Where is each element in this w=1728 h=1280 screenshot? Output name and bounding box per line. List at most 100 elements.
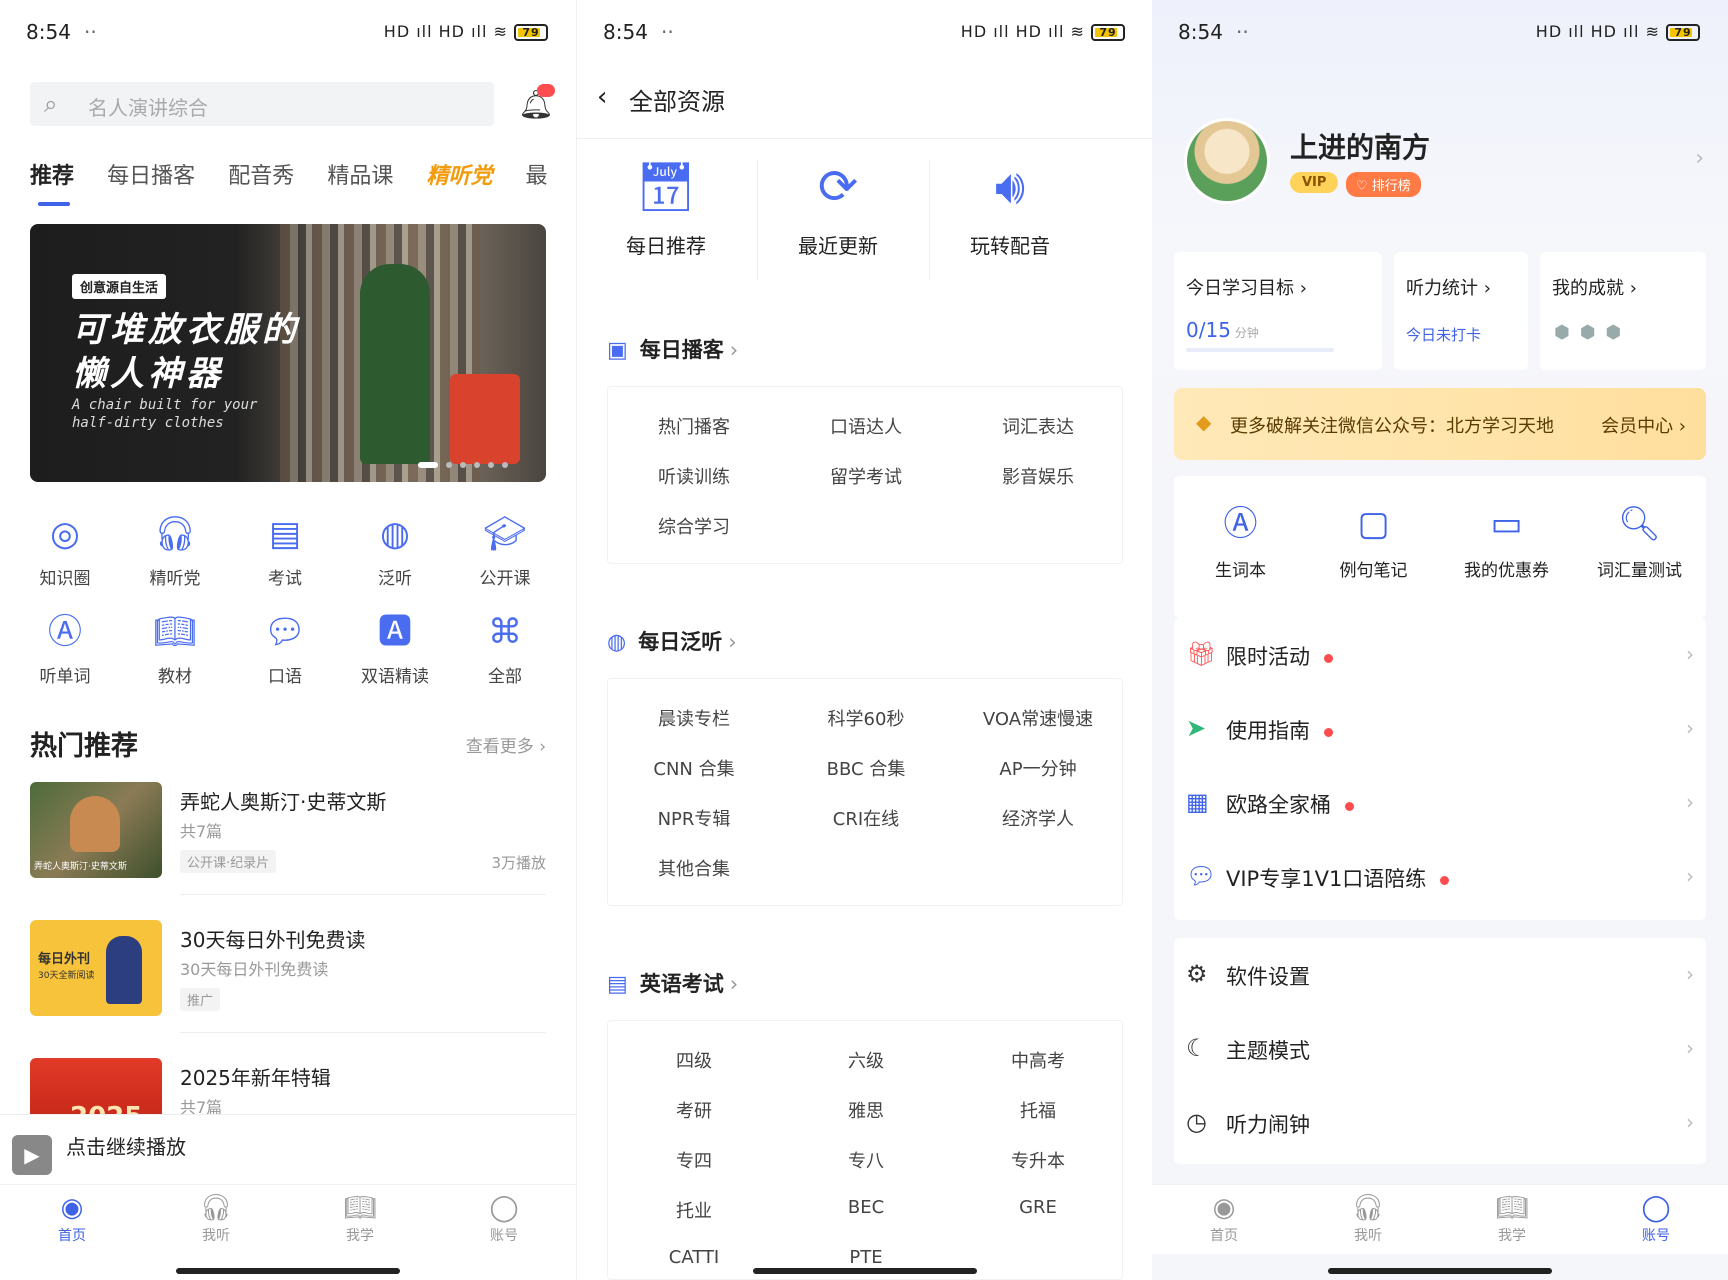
resource-item[interactable]: VOA常速慢速 [952, 705, 1124, 731]
pager-dot[interactable] [446, 462, 452, 468]
book-icon: 📖︎ [1495, 1193, 1529, 1223]
resource-item[interactable]: CRI在线 [780, 805, 952, 831]
tab-recommend[interactable]: 推荐 [30, 158, 74, 206]
battery-icon: 79 [514, 24, 548, 41]
resource-item[interactable]: 科学60秒 [780, 705, 952, 731]
back-icon[interactable]: ‹ [597, 82, 607, 112]
grid-item-bilingual[interactable]: 🅰︎ 双语精读 [340, 610, 450, 687]
grid-item-extensive[interactable]: ◍ 泛听 [340, 512, 450, 589]
nav-listen[interactable]: 🎧︎ 我听 [1328, 1193, 1408, 1245]
resource-item[interactable]: NPR专辑 [608, 805, 780, 831]
grid-item-intensive[interactable]: 🎧︎ 精听党 [120, 512, 230, 589]
resource-item[interactable]: 雅思 [780, 1097, 952, 1123]
resource-item[interactable]: AP一分钟 [952, 755, 1124, 781]
resource-item[interactable]: 专八 [780, 1147, 952, 1173]
resource-item[interactable]: BBC 合集 [780, 755, 952, 781]
resource-item[interactable]: 专升本 [952, 1147, 1124, 1173]
pager-dot[interactable] [418, 462, 438, 468]
resource-item[interactable]: 六级 [780, 1047, 952, 1073]
avatar[interactable] [1184, 118, 1270, 204]
chevron-right-icon[interactable]: › [1695, 146, 1704, 171]
search-input[interactable]: ⌕ 名人演讲综合 [30, 82, 494, 126]
rec-item-2[interactable]: 每日外刊 30天全新阅读 30天每日外刊免费读 30天每日外刊免费读 推广 [30, 920, 546, 1016]
category-exam-header[interactable]: ▤ 英语考试 › [607, 968, 738, 998]
stat-listening[interactable]: 听力统计 › 今日未打卡 [1394, 252, 1528, 370]
tool-notes[interactable]: ▢ 例句笔记 [1307, 504, 1440, 581]
nav-listen[interactable]: 🎧︎ 我听 [176, 1193, 256, 1245]
menu-eudic-suite[interactable]: ▦ 欧路全家桶 › [1174, 766, 1706, 840]
resource-item[interactable]: 专四 [608, 1147, 780, 1173]
see-more-link[interactable]: 查看更多 › [466, 732, 546, 757]
mini-player[interactable]: ▶ 点击继续播放 [0, 1114, 576, 1176]
moon-icon: ☾ [1186, 1034, 1208, 1062]
banner-carousel[interactable]: 创意源自生活 可堆放衣服的 懒人神器 A chair built for you… [30, 224, 546, 482]
resource-item[interactable]: GRE [952, 1197, 1124, 1218]
resource-item[interactable]: 其他合集 [608, 855, 780, 881]
resource-item[interactable]: 留学考试 [780, 463, 952, 489]
resource-item[interactable]: 四级 [608, 1047, 780, 1073]
tab-podcast[interactable]: 每日播客 [107, 158, 195, 190]
grid-item-speaking[interactable]: 💬︎ 口语 [230, 610, 340, 687]
nav-home[interactable]: ◉ 首页 [32, 1193, 112, 1245]
resource-item[interactable]: 综合学习 [608, 513, 780, 539]
menu-vip-speaking[interactable]: 💬︎ VIP专享1V1口语陪练 › [1174, 840, 1706, 914]
grid-item-knowledge[interactable]: ◎ 知识圈 [10, 512, 120, 589]
search-icon: ⌕ [44, 90, 58, 118]
pager-dot[interactable] [488, 462, 494, 468]
tool-coupons[interactable]: ▭ 我的优惠券 [1440, 504, 1573, 581]
entry-daily-recommend[interactable]: 📅︎ 每日推荐 [581, 158, 751, 259]
menu-theme[interactable]: ☾ 主题模式 › [1174, 1012, 1706, 1086]
pager-dot[interactable] [460, 462, 466, 468]
tool-vocab[interactable]: Ⓐ 生词本 [1174, 504, 1307, 581]
resource-item[interactable]: 词汇表达 [952, 413, 1124, 439]
menu-limited-events[interactable]: 🎁︎ 限时活动 › [1174, 618, 1706, 692]
resource-item[interactable]: 考研 [608, 1097, 780, 1123]
tab-dubbing[interactable]: 配音秀 [228, 158, 294, 190]
resource-item[interactable]: CATTI [608, 1247, 780, 1268]
resource-item[interactable]: 晨读专栏 [608, 705, 780, 731]
resource-item[interactable]: 影音娱乐 [952, 463, 1124, 489]
tab-more[interactable]: 最 [526, 158, 548, 190]
stat-study-goal[interactable]: 今日学习目标 › 0/15 分钟 [1174, 252, 1382, 370]
resource-item[interactable]: BEC [780, 1197, 952, 1218]
category-podcast-header[interactable]: ▣ 每日播客 › [607, 334, 738, 364]
resource-item[interactable]: 热门播客 [608, 413, 780, 439]
entry-dubbing[interactable]: 🔊︎ 玩转配音 [925, 158, 1095, 259]
menu-settings[interactable]: ⚙ 软件设置 › [1174, 938, 1706, 1012]
pager-dot[interactable] [474, 462, 480, 468]
resource-item[interactable]: PTE [780, 1247, 952, 1268]
tab-intensive[interactable]: 精听党 [426, 158, 492, 190]
vip-badge[interactable]: VIP [1290, 172, 1339, 193]
menu-guide[interactable]: ➤ 使用指南 › [1174, 692, 1706, 766]
grid-item-all[interactable]: ⌘ 全部 [450, 610, 560, 687]
grid-item-opencourse[interactable]: 🎓︎ 公开课 [450, 512, 560, 589]
grid-item-textbook[interactable]: 📖︎ 教材 [120, 610, 230, 687]
rank-badge[interactable]: ♡ 排行榜 [1346, 172, 1421, 197]
resource-item[interactable]: 口语达人 [780, 413, 952, 439]
play-icon[interactable]: ▶ [12, 1135, 52, 1175]
category-extensive-header[interactable]: ◍ 每日泛听 › [607, 626, 737, 656]
resource-item[interactable]: 中高考 [952, 1047, 1124, 1073]
resource-item[interactable]: 听读训练 [608, 463, 780, 489]
grid-item-words[interactable]: Ⓐ 听单词 [10, 610, 120, 687]
nav-home[interactable]: ◉ 首页 [1184, 1193, 1264, 1245]
nav-learn[interactable]: 📖︎ 我学 [320, 1193, 400, 1245]
resource-item[interactable]: 托福 [952, 1097, 1124, 1123]
nav-account[interactable]: ◯ 账号 [464, 1193, 544, 1245]
resource-item[interactable]: CNN 合集 [608, 755, 780, 781]
nav-learn[interactable]: 📖︎ 我学 [1472, 1193, 1552, 1245]
menu-alarm[interactable]: ◷ 听力闹钟 › [1174, 1086, 1706, 1160]
resource-item[interactable]: 托业 [608, 1197, 780, 1223]
pager-dot[interactable] [502, 462, 508, 468]
entry-recent-updates[interactable]: ⟳ 最近更新 [753, 158, 923, 259]
resource-item[interactable]: 经济学人 [952, 805, 1124, 831]
chevron-right-icon: › [1686, 1036, 1694, 1060]
stat-achievements[interactable]: 我的成就 › ⬢⬢⬢ [1540, 252, 1706, 370]
tool-vocab-test[interactable]: 🔍︎ 词汇量测试 [1573, 504, 1706, 581]
nav-account[interactable]: ◯ 账号 [1616, 1193, 1696, 1245]
tab-premium[interactable]: 精品课 [327, 158, 393, 190]
rec-item-1[interactable]: 弄蛇人奥斯汀·史蒂文斯 弄蛇人奥斯汀·史蒂文斯 共7篇 公开课·纪录片 3万播放 [30, 782, 546, 878]
member-center-link[interactable]: 会员中心 › [1601, 412, 1686, 438]
promo-banner[interactable]: ◆ 更多破解关注微信公众号：北方学习天地 会员中心 › [1174, 388, 1706, 460]
grid-item-exam[interactable]: ▤ 考试 [230, 512, 340, 589]
